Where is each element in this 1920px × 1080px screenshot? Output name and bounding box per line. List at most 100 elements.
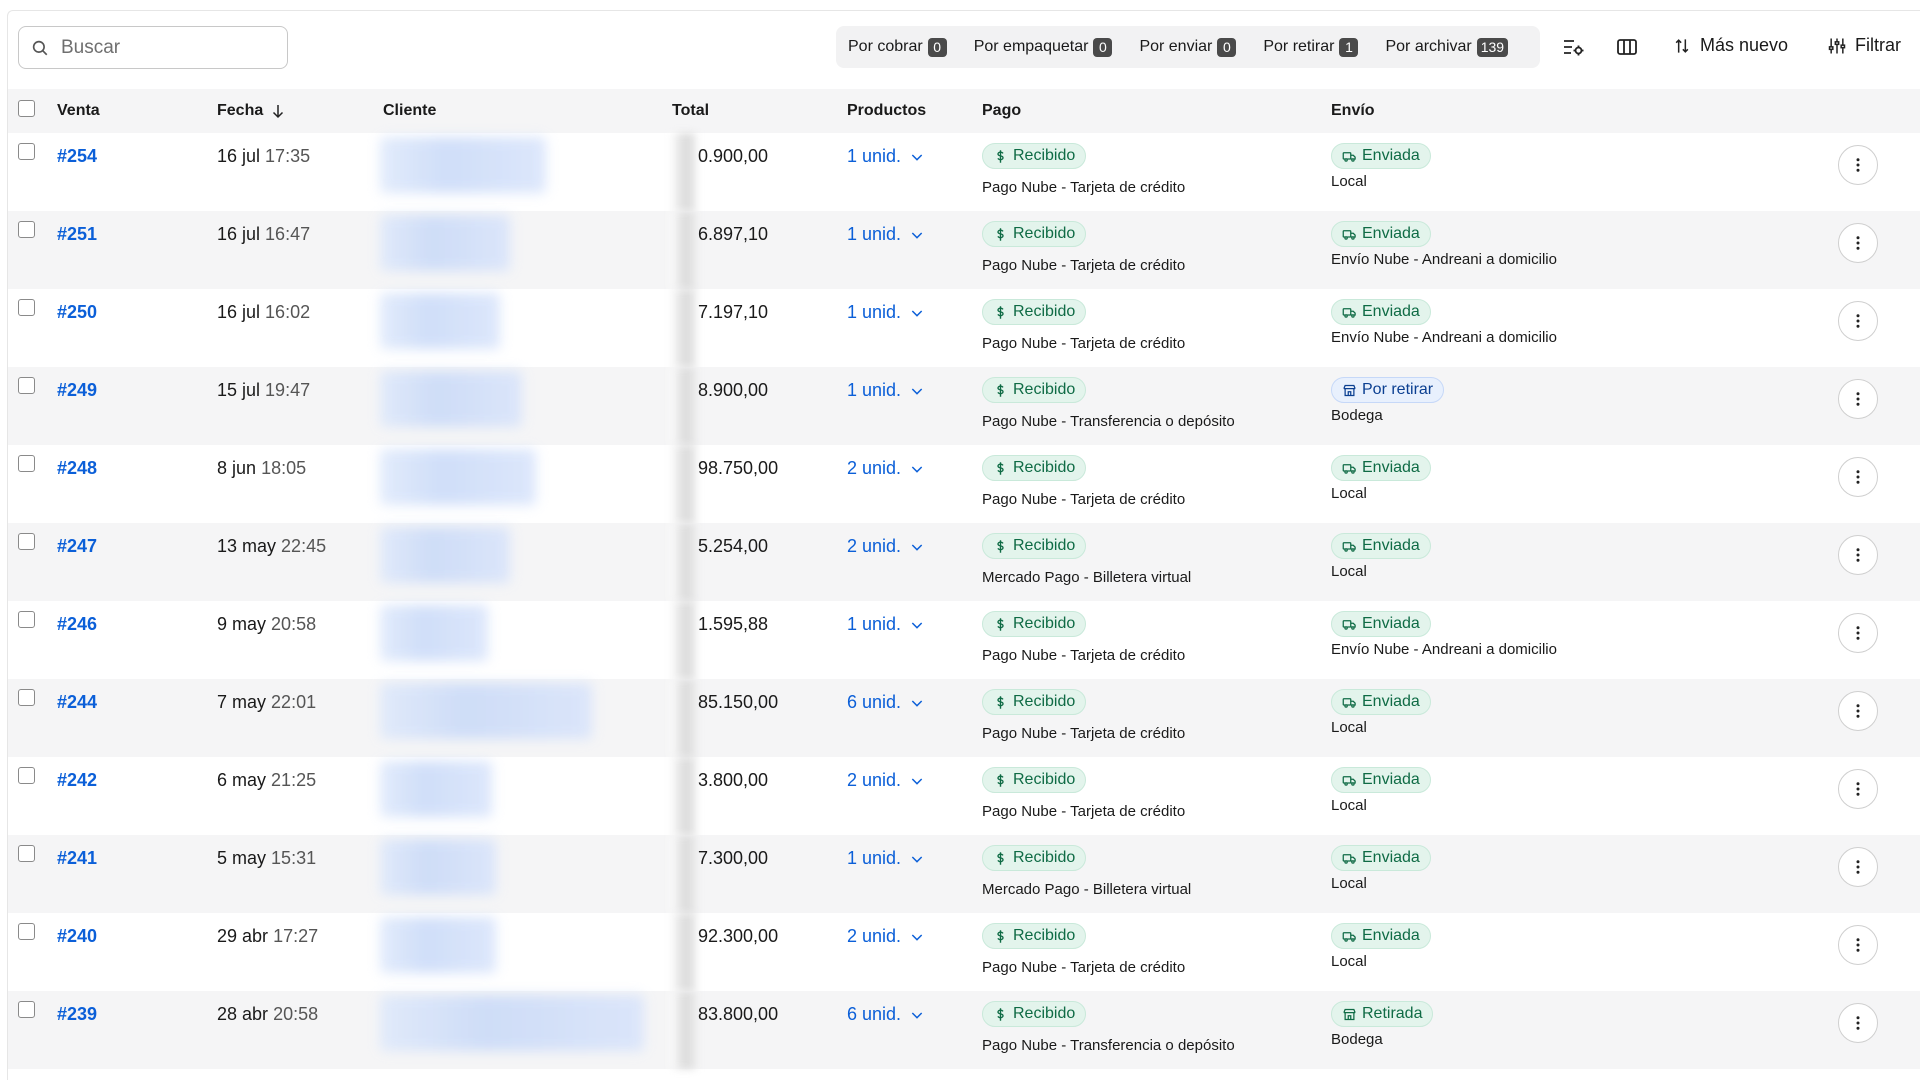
row-actions-button[interactable]	[1838, 145, 1878, 185]
order-date: 16 jul 16:47	[217, 224, 311, 244]
order-number-link[interactable]: #248	[57, 458, 97, 479]
products-dropdown[interactable]: 1 unid.	[847, 146, 925, 167]
table-row[interactable]: #239 28 abr 20:58 83.800,00 6 unid. Recibido…	[8, 991, 1920, 1069]
row-checkbox[interactable]	[18, 1001, 35, 1018]
column-pago[interactable]: Pago	[982, 102, 1021, 120]
arrow-down-icon	[273, 105, 284, 119]
client-name-redacted[interactable]	[380, 137, 546, 193]
row-checkbox[interactable]	[18, 533, 35, 550]
row-actions-button[interactable]	[1838, 379, 1878, 419]
client-name-redacted[interactable]	[380, 449, 536, 505]
products-dropdown[interactable]: 6 unid.	[847, 1004, 925, 1025]
order-number-link[interactable]: #254	[57, 146, 97, 167]
table-row[interactable]: #242 6 may 21:25 3.800,00 2 unid. Recibido Pa…	[8, 757, 1920, 835]
filter-por-cobrar[interactable]: Por cobrar 0	[848, 37, 947, 57]
products-dropdown[interactable]: 1 unid.	[847, 380, 925, 401]
select-all-checkbox[interactable]	[18, 100, 35, 117]
filter-por-empaquetar[interactable]: Por empaquetar 0	[974, 37, 1113, 57]
table-row[interactable]: #251 16 jul 16:47 6.897,10 1 unid. Recibido P…	[8, 211, 1920, 289]
row-checkbox[interactable]	[18, 611, 35, 628]
client-name-redacted[interactable]	[380, 917, 496, 973]
table-row[interactable]: #249 15 jul 19:47 8.900,00 1 unid. Recibido P…	[8, 367, 1920, 445]
row-actions-button[interactable]	[1838, 691, 1878, 731]
client-name-redacted[interactable]	[380, 215, 510, 271]
dollar-icon	[997, 305, 1004, 319]
products-dropdown[interactable]: 1 unid.	[847, 302, 925, 323]
filter-count: 139	[1476, 37, 1509, 57]
total-redaction	[670, 289, 696, 367]
order-number-link[interactable]: #242	[57, 770, 97, 791]
table-row[interactable]: #250 16 jul 16:02 7.197,10 1 unid. Recibido P…	[8, 289, 1920, 367]
row-checkbox[interactable]	[18, 377, 35, 394]
products-dropdown[interactable]: 2 unid.	[847, 458, 925, 479]
order-number-link[interactable]: #251	[57, 224, 97, 245]
row-checkbox[interactable]	[18, 767, 35, 784]
row-actions-button[interactable]	[1838, 535, 1878, 575]
row-actions-button[interactable]	[1838, 613, 1878, 653]
client-name-redacted[interactable]	[380, 371, 522, 427]
client-name-redacted[interactable]	[380, 761, 492, 817]
row-actions-button[interactable]	[1838, 457, 1878, 497]
client-name-redacted[interactable]	[380, 527, 510, 583]
column-productos[interactable]: Productos	[847, 102, 926, 120]
order-number-link[interactable]: #246	[57, 614, 97, 635]
row-actions-button[interactable]	[1838, 1003, 1878, 1043]
table-row[interactable]: #247 13 may 22:45 5.254,00 2 unid. Recibido M…	[8, 523, 1920, 601]
products-dropdown[interactable]: 2 unid.	[847, 926, 925, 947]
client-name-redacted[interactable]	[380, 995, 644, 1051]
table-row[interactable]: #241 5 may 15:31 7.300,00 1 unid. Recibido Me…	[8, 835, 1920, 913]
columns-icon[interactable]	[1615, 35, 1639, 59]
payment-status-badge: Recibido	[982, 845, 1087, 871]
row-actions-button[interactable]	[1838, 769, 1878, 809]
filter-por-retirar[interactable]: Por retirar 1	[1263, 37, 1359, 57]
table-row[interactable]: #254 16 jul 17:35 0.900,00 1 unid. Recibido P…	[8, 133, 1920, 211]
row-checkbox[interactable]	[18, 221, 35, 238]
row-checkbox[interactable]	[18, 143, 35, 160]
row-checkbox[interactable]	[18, 455, 35, 472]
order-number-link[interactable]: #250	[57, 302, 97, 323]
shipping-status-badge: Retirada	[1331, 1001, 1434, 1027]
order-number-link[interactable]: #247	[57, 536, 97, 557]
row-checkbox[interactable]	[18, 845, 35, 862]
row-actions-button[interactable]	[1838, 925, 1878, 965]
column-fecha[interactable]: Fecha	[217, 102, 287, 120]
row-checkbox[interactable]	[18, 923, 35, 940]
products-dropdown[interactable]: 2 unid.	[847, 536, 925, 557]
row-actions-button[interactable]	[1838, 301, 1878, 341]
client-name-redacted[interactable]	[380, 605, 488, 661]
table-row[interactable]: #248 8 jun 18:05 98.750,00 2 unid. Recibido P…	[8, 445, 1920, 523]
products-dropdown[interactable]: 6 unid.	[847, 692, 925, 713]
table-row[interactable]: #244 7 may 22:01 85.150,00 6 unid. Recibido P…	[8, 679, 1920, 757]
row-checkbox[interactable]	[18, 689, 35, 706]
column-venta[interactable]: Venta	[57, 102, 100, 120]
row-checkbox[interactable]	[18, 299, 35, 316]
client-name-redacted[interactable]	[380, 293, 500, 349]
filter-por-archivar[interactable]: Por archivar 139	[1385, 37, 1509, 57]
order-total: 6.897,10	[698, 224, 769, 244]
products-dropdown[interactable]: 1 unid.	[847, 224, 925, 245]
products-dropdown[interactable]: 1 unid.	[847, 614, 925, 635]
client-name-redacted[interactable]	[380, 683, 592, 739]
row-actions-button[interactable]	[1838, 223, 1878, 263]
order-number-link[interactable]: #244	[57, 692, 97, 713]
filter-button[interactable]: Filtrar	[1827, 35, 1901, 56]
table-row[interactable]: #246 9 may 20:58 1.595,88 1 unid. Recibido Pa…	[8, 601, 1920, 679]
row-actions-button[interactable]	[1838, 847, 1878, 887]
order-number-link[interactable]: #240	[57, 926, 97, 947]
settings-list-icon[interactable]	[1561, 35, 1585, 59]
client-name-redacted[interactable]	[380, 839, 496, 895]
table-row[interactable]: #240 29 abr 17:27 92.300,00 2 unid. Recibido…	[8, 913, 1920, 991]
order-number-link[interactable]: #239	[57, 1004, 97, 1025]
filter-por-enviar[interactable]: Por enviar 0	[1139, 37, 1237, 57]
search-box[interactable]	[18, 26, 288, 69]
column-total[interactable]: Total	[672, 102, 709, 120]
column-envio[interactable]: Envío	[1331, 102, 1375, 120]
column-cliente[interactable]: Cliente	[383, 102, 436, 120]
order-number-link[interactable]: #241	[57, 848, 97, 869]
search-input[interactable]	[61, 36, 281, 59]
sort-button[interactable]: Más nuevo	[1672, 35, 1788, 56]
products-dropdown[interactable]: 1 unid.	[847, 848, 925, 869]
chevron-down-icon	[911, 699, 923, 707]
products-dropdown[interactable]: 2 unid.	[847, 770, 925, 791]
order-number-link[interactable]: #249	[57, 380, 97, 401]
